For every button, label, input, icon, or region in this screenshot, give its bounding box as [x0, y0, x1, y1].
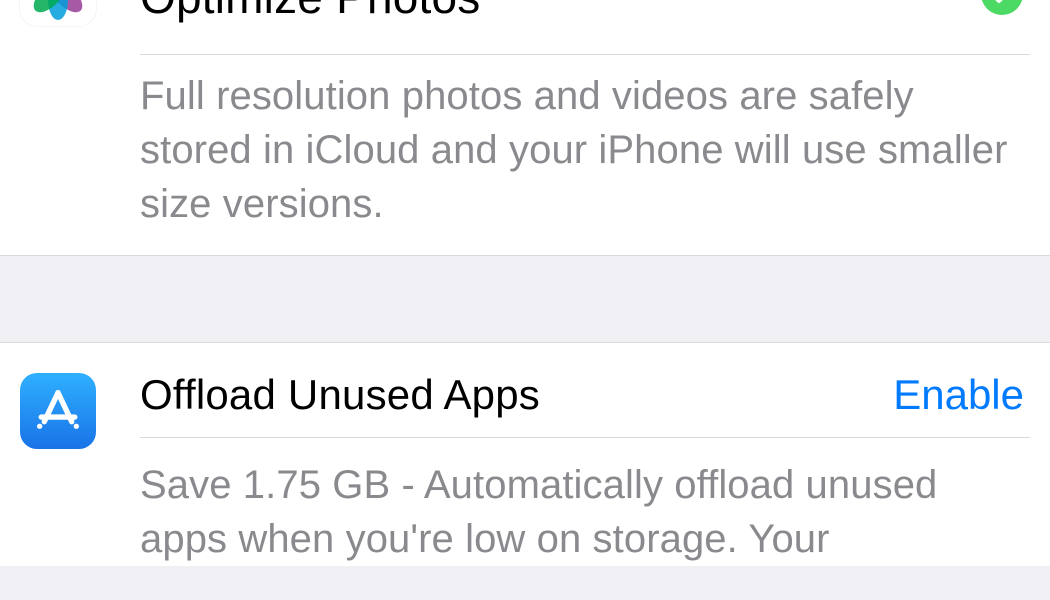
enable-button[interactable]: Enable [893, 371, 1030, 419]
recommendation-offload-apps[interactable]: Offload Unused Apps Enable Save 1.75 GB … [0, 343, 1050, 566]
checkmark-enabled-icon [980, 0, 1024, 16]
appstore-app-icon [20, 373, 96, 449]
recommendation-title: Optimize Photos [140, 0, 480, 24]
section-gap [0, 255, 1050, 343]
recommendation-description: Full resolution photos and videos are sa… [140, 55, 1030, 255]
recommendation-title: Offload Unused Apps [140, 371, 540, 419]
recommendation-optimize-photos[interactable]: Optimize Photos Full resolution photos a… [0, 0, 1050, 255]
photos-app-icon [20, 0, 96, 26]
recommendation-description: Save 1.75 GB - Automatically offload unu… [140, 438, 1030, 566]
